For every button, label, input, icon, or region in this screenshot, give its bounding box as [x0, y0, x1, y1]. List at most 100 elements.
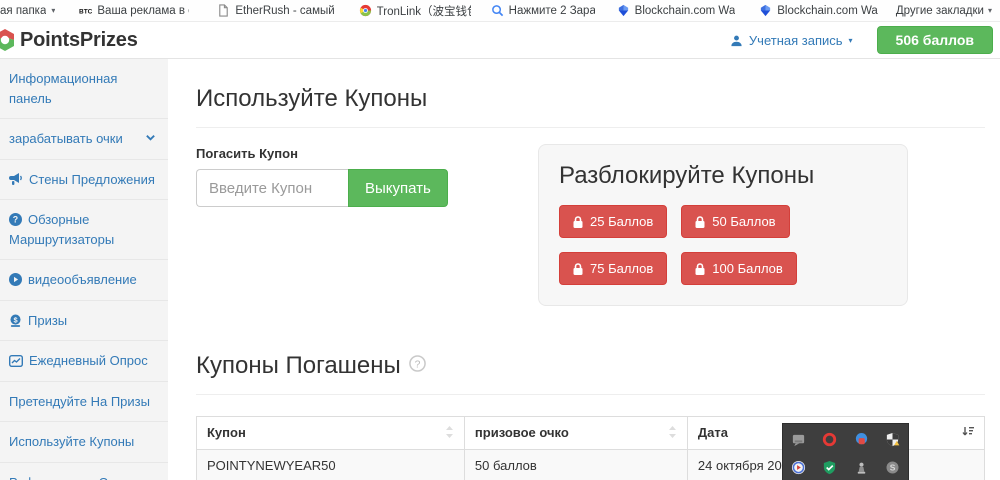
svg-text:S: S [890, 462, 896, 472]
unlock-25-button[interactable]: 25 Баллов [559, 205, 667, 238]
points-balance-badge[interactable]: 506 баллов [877, 26, 993, 54]
page-icon [217, 4, 230, 17]
sidebar-item-label: Информационная панель [9, 71, 117, 106]
media-player-icon[interactable] [791, 459, 807, 475]
btc-icon: BTC [79, 4, 92, 17]
sidebar-item-label: Ежедневный Опрос [29, 353, 148, 368]
defender-shield-icon[interactable] [884, 431, 900, 447]
account-label: Учетная запись [749, 33, 843, 48]
svg-text:BTC: BTC [79, 8, 92, 15]
other-bookmarks-button[interactable]: Другие закладки ▾ [896, 5, 992, 17]
bookmark-label: EtherRush - самый [235, 5, 334, 17]
coin-icon: $ [9, 314, 22, 327]
sidebar-item-label: Реферальные Ссылки [9, 475, 144, 480]
brand-logo[interactable]: PointsPrizes [0, 28, 138, 52]
sidebar-item-claim-prizes[interactable]: Претендуйте На Призы [0, 382, 168, 423]
sidebar-item-label: зарабатывать очки [9, 131, 123, 146]
sidebar-item-prizes[interactable]: $ Призы [0, 301, 168, 342]
bookmark-item[interactable]: BTC Ваша реклама в со [79, 4, 189, 17]
svg-text:?: ? [13, 215, 18, 225]
redeem-coupon-form: Погасить Купон Выкупать [196, 144, 538, 207]
cell-coupon: POINTYNEWYEAR50 [197, 450, 465, 480]
table-header-points[interactable]: призовое очко [464, 417, 687, 450]
redeem-button[interactable]: Выкупать [348, 169, 448, 207]
chat-window-icon[interactable] [791, 431, 807, 447]
unlock-coupons-panel: Разблокируйте Купоны 25 Баллов 50 Баллов [538, 144, 908, 306]
coupon-input[interactable] [196, 169, 348, 207]
sidebar-item-use-coupons[interactable]: Используйте Купоны [0, 422, 168, 463]
redeemed-coupons-title: Купоны Погашены ? [196, 344, 985, 395]
bookmark-folder[interactable]: ая папка ▾ [0, 5, 55, 17]
brand-name: PointsPrizes [20, 29, 138, 52]
user-icon [730, 34, 743, 47]
main-content: Используйте Купоны Погасить Купон Выкупа… [168, 59, 1000, 480]
table-header-coupon[interactable]: Купон [197, 417, 465, 450]
blockchain-icon [759, 4, 772, 17]
sidebar-item-earn-points[interactable]: зарабатывать очки [0, 119, 168, 160]
blockchain-icon [617, 4, 630, 17]
bookmark-label: Нажмите 2 Зараб [509, 5, 595, 17]
sidebar-item-label: Претендуйте На Призы [9, 394, 150, 409]
magnifier-icon [491, 4, 504, 17]
unlock-100-button[interactable]: 100 Баллов [681, 252, 797, 285]
sidebar-item-label: Призы [28, 313, 67, 328]
app-blue-red-icon[interactable] [853, 431, 869, 447]
bookmark-item[interactable]: TronLink（波宝钱包 [359, 3, 471, 19]
question-circle-icon: ? [9, 213, 22, 226]
bookmark-item[interactable]: EtherRush - самый [217, 4, 334, 17]
unlock-coupons-title: Разблокируйте Купоны [559, 162, 887, 190]
site-header: PointsPrizes Учетная запись ▾ 506 баллов [0, 22, 1000, 59]
opera-icon[interactable] [822, 431, 838, 447]
pawn-icon[interactable] [853, 459, 869, 475]
sidebar-item-label: видеообъявление [28, 272, 137, 287]
sidebar-item-label: Используйте Купоны [9, 434, 134, 449]
bookmark-label: Blockchain.com Wa [777, 5, 878, 17]
sidebar-item-survey-routers[interactable]: ? Обзорные Маршрутизаторы [0, 200, 168, 260]
app-window: ая папка ▾ BTC Ваша реклама в со EtherRu… [0, 0, 1000, 480]
sort-icon [445, 426, 454, 441]
system-tray-popup: S [782, 423, 909, 480]
sidebar-item-offer-walls[interactable]: Стены Предложения [0, 160, 168, 201]
bookmarks-bar: ая папка ▾ BTC Ваша реклама в со EtherRu… [0, 0, 1000, 22]
pointsprizes-logo-icon [0, 28, 17, 52]
bookmark-item[interactable]: Blockchain.com Wa [617, 4, 736, 17]
bookmark-label: Ваша реклама в со [97, 5, 189, 17]
sidebar-item-daily-poll[interactable]: Ежедневный Опрос [0, 341, 168, 382]
sidebar-item-label: Обзорные Маршрутизаторы [9, 212, 114, 247]
lock-icon [573, 216, 583, 228]
sidebar-nav: Информационная панель зарабатывать очки … [0, 59, 168, 480]
sidebar-item-referral-links[interactable]: Реферальные Ссылки [0, 463, 168, 480]
chart-line-icon [9, 355, 23, 367]
chevron-down-icon: ▾ [988, 6, 992, 15]
play-circle-icon [9, 273, 22, 286]
bookmark-label: TronLink（波宝钱包 [377, 3, 471, 19]
bookmark-item[interactable]: Нажмите 2 Зараб [491, 4, 595, 17]
bookmark-label: Blockchain.com Wa [635, 5, 736, 17]
sort-desc-icon [962, 426, 974, 441]
lock-icon [695, 263, 705, 275]
sidebar-item-video-ads[interactable]: видеообъявление [0, 260, 168, 301]
chevron-down-icon [145, 132, 156, 143]
tronlink-icon [359, 4, 372, 17]
question-circle-icon[interactable]: ? [409, 355, 426, 372]
bookmark-item[interactable]: Blockchain.com Wa [759, 4, 878, 17]
page-title: Используйте Купоны [196, 77, 985, 128]
cell-points: 50 баллов [464, 450, 687, 480]
lock-icon [695, 216, 705, 228]
unlock-75-button[interactable]: 75 Баллов [559, 252, 667, 285]
megaphone-icon [9, 173, 23, 186]
sidebar-item-dashboard[interactable]: Информационная панель [0, 59, 168, 119]
sort-icon [668, 426, 677, 441]
lock-icon [573, 263, 583, 275]
unlock-50-button[interactable]: 50 Баллов [681, 205, 789, 238]
skype-gray-icon[interactable]: S [884, 459, 900, 475]
chevron-down-icon: ▾ [51, 6, 55, 15]
chevron-down-icon: ▾ [849, 36, 853, 45]
other-bookmarks-label: Другие закладки [896, 5, 984, 17]
account-menu[interactable]: Учетная запись ▾ [730, 33, 853, 48]
antivirus-check-icon[interactable] [822, 459, 838, 475]
svg-text:?: ? [414, 359, 420, 370]
redeem-coupon-label: Погасить Купон [196, 146, 538, 161]
sidebar-item-label: Стены Предложения [29, 172, 155, 187]
bookmark-label: ая папка [0, 5, 46, 17]
